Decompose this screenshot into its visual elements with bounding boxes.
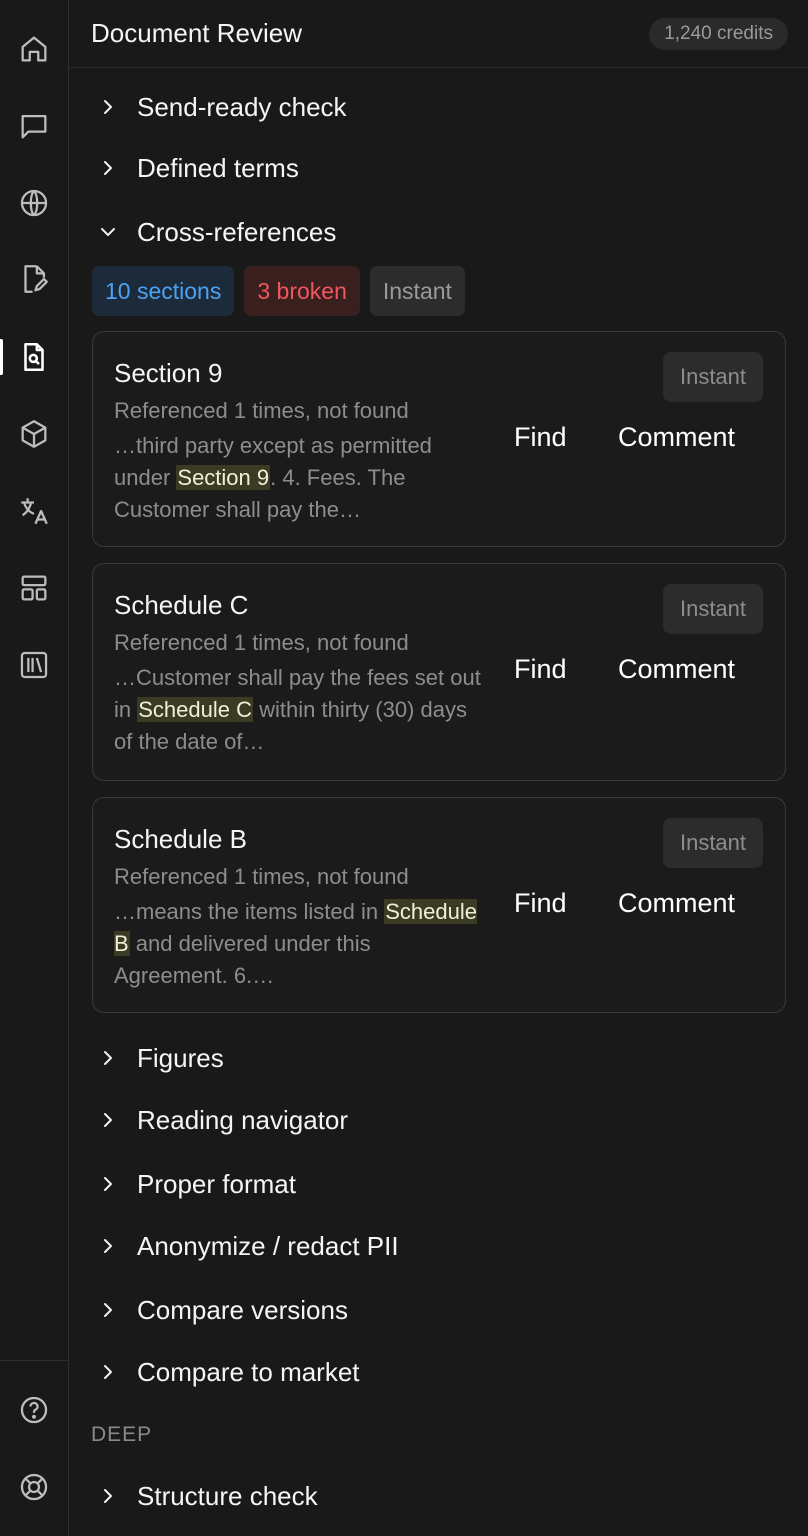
file-edit-icon <box>24 265 48 293</box>
rail-divider <box>0 1360 68 1361</box>
reference-snippet: …Customer shall pay the fees set out in … <box>114 665 481 754</box>
instant-badge: Instant <box>663 584 763 634</box>
page-title: Document Review <box>91 18 302 48</box>
nav-chat[interactable] <box>0 96 68 156</box>
section-label: Proper format <box>137 1168 296 1199</box>
lifebuoy-icon <box>20 1473 48 1501</box>
nav-templates[interactable] <box>0 558 68 618</box>
instant-badge: Instant <box>663 818 763 868</box>
chevron-right-icon <box>104 1239 112 1253</box>
nav-package[interactable] <box>0 404 68 464</box>
deep-group-label: DEEP <box>91 1423 153 1446</box>
nav-home[interactable] <box>0 19 68 79</box>
section-figures[interactable]: Figures <box>69 1030 808 1086</box>
chevron-right-icon <box>104 1303 112 1317</box>
nav-globe[interactable] <box>0 173 68 233</box>
section-compare-to-market[interactable]: Compare to market <box>69 1344 808 1400</box>
chevron-down-icon <box>101 228 115 236</box>
section-proper-format[interactable]: Proper format <box>69 1156 808 1212</box>
instant-badge: Instant <box>663 352 763 402</box>
reference-highlight: Schedule C <box>137 697 253 722</box>
left-icon-rail <box>0 0 69 1536</box>
section-label: Cross-references <box>137 216 337 247</box>
nav-support[interactable] <box>0 1457 68 1517</box>
library-icon <box>20 651 48 679</box>
reference-status: Referenced 1 times, not found <box>114 398 409 423</box>
section-label: Figures <box>137 1042 224 1073</box>
comment-button[interactable]: Comment <box>618 888 735 919</box>
reference-status: Referenced 1 times, not found <box>114 630 409 655</box>
section-label: Defined terms <box>137 152 299 183</box>
reference-highlight: Section 9 <box>176 465 271 490</box>
broken-count-chip: 3 broken <box>244 266 360 316</box>
comment-button[interactable]: Comment <box>618 422 735 453</box>
chat-icon <box>21 114 47 139</box>
reference-title: Schedule B <box>114 824 247 854</box>
reference-title: Section 9 <box>114 358 223 388</box>
section-label: Structure check <box>137 1480 318 1511</box>
section-label: Compare versions <box>137 1294 348 1325</box>
section-anonymize-redact-pii[interactable]: Anonymize / redact PII <box>69 1218 808 1274</box>
find-button[interactable]: Find <box>514 888 567 919</box>
comment-button[interactable]: Comment <box>618 654 735 685</box>
nav-edit-document[interactable] <box>0 249 68 309</box>
section-label: Reading navigator <box>137 1104 349 1135</box>
find-button[interactable]: Find <box>514 422 567 453</box>
section-compare-versions[interactable]: Compare versions <box>69 1282 808 1338</box>
panel-header: Document Review 1,240 credits <box>69 0 808 68</box>
chevron-right-icon <box>104 1113 112 1127</box>
chevron-right-icon <box>104 100 112 114</box>
chevron-right-icon <box>104 1489 112 1503</box>
home-icon <box>21 36 47 62</box>
globe-icon <box>20 189 48 217</box>
document-review-panel: Document Review 1,240 credits Send-ready… <box>69 0 808 1536</box>
section-defined-terms[interactable]: Defined terms <box>69 140 808 196</box>
chevron-right-icon <box>104 1051 112 1065</box>
section-send-ready-check[interactable]: Send-ready check <box>69 79 808 135</box>
help-icon <box>20 1396 48 1424</box>
nav-library[interactable] <box>0 635 68 695</box>
box-icon <box>21 420 47 448</box>
section-cross-references[interactable]: Cross-references <box>69 204 808 260</box>
cross-reference-summary: 10 sections 3 broken Instant <box>92 266 465 316</box>
reference-snippet: …means the items listed in Schedule B an… <box>114 899 477 988</box>
section-reading-navigator[interactable]: Reading navigator <box>69 1092 808 1148</box>
section-structure-check[interactable]: Structure check <box>69 1468 808 1524</box>
section-label: Send-ready check <box>137 91 347 122</box>
reference-status: Referenced 1 times, not found <box>114 864 409 889</box>
translate-icon <box>21 498 48 525</box>
reference-title: Schedule C <box>114 590 249 620</box>
mode-chip: Instant <box>369 266 465 316</box>
cross-reference-card: Schedule C Referenced 1 times, not found… <box>92 563 786 781</box>
sections-count-chip: 10 sections <box>92 266 235 316</box>
section-label: Compare to market <box>137 1356 360 1387</box>
cross-reference-card: Schedule B Referenced 1 times, not found… <box>92 797 786 1013</box>
chevron-right-icon <box>104 1177 112 1191</box>
credits-badge: 1,240 credits <box>649 18 788 50</box>
cross-reference-card: Section 9 Referenced 1 times, not found … <box>92 331 786 547</box>
chevron-right-icon <box>104 161 112 175</box>
find-button[interactable]: Find <box>514 654 567 685</box>
chevron-right-icon <box>104 1365 112 1379</box>
nav-document-review[interactable] <box>0 327 68 387</box>
section-label: Anonymize / redact PII <box>137 1230 399 1261</box>
nav-translate[interactable] <box>0 481 68 541</box>
nav-help[interactable] <box>0 1380 68 1440</box>
layout-icon <box>21 575 47 601</box>
reference-snippet: …third party except as permitted under S… <box>114 433 432 522</box>
file-search-icon <box>24 342 44 372</box>
